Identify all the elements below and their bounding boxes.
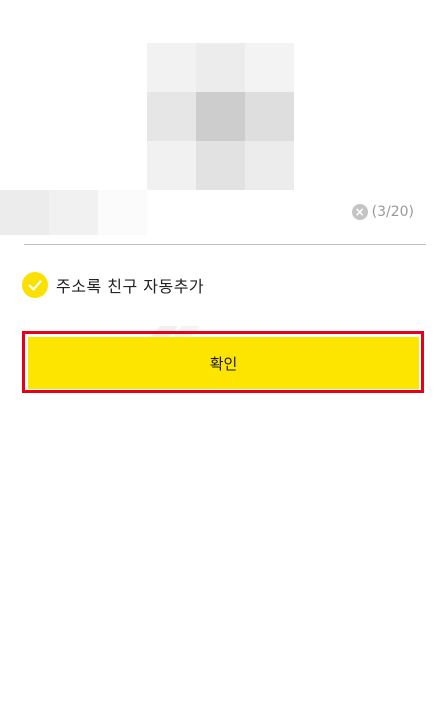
input-divider [24, 244, 426, 245]
character-counter: (3/20) [371, 204, 414, 220]
profile-image-block [196, 92, 245, 141]
profile-image-block [245, 43, 294, 92]
check-circle-icon[interactable] [22, 272, 48, 298]
name-input[interactable] [0, 190, 147, 235]
name-block [98, 190, 147, 235]
auto-add-contacts-label: 주소록 친구 자동추가 [56, 277, 205, 296]
profile-image-block [147, 92, 196, 141]
auto-add-contacts-option[interactable]: 주소록 친구 자동추가 [22, 272, 204, 298]
profile-image [147, 43, 294, 190]
name-block [0, 190, 49, 235]
name-block [49, 190, 98, 235]
profile-image-block [147, 43, 196, 92]
profile-image-block [245, 141, 294, 190]
profile-image-block [245, 92, 294, 141]
name-counter-row: × (3/20) [351, 204, 414, 220]
close-circle-icon[interactable]: × [351, 204, 368, 220]
profile-image-block [196, 141, 245, 190]
confirm-button[interactable]: 확인 [28, 337, 419, 389]
profile-image-block [196, 43, 245, 92]
profile-image-block [147, 141, 196, 190]
